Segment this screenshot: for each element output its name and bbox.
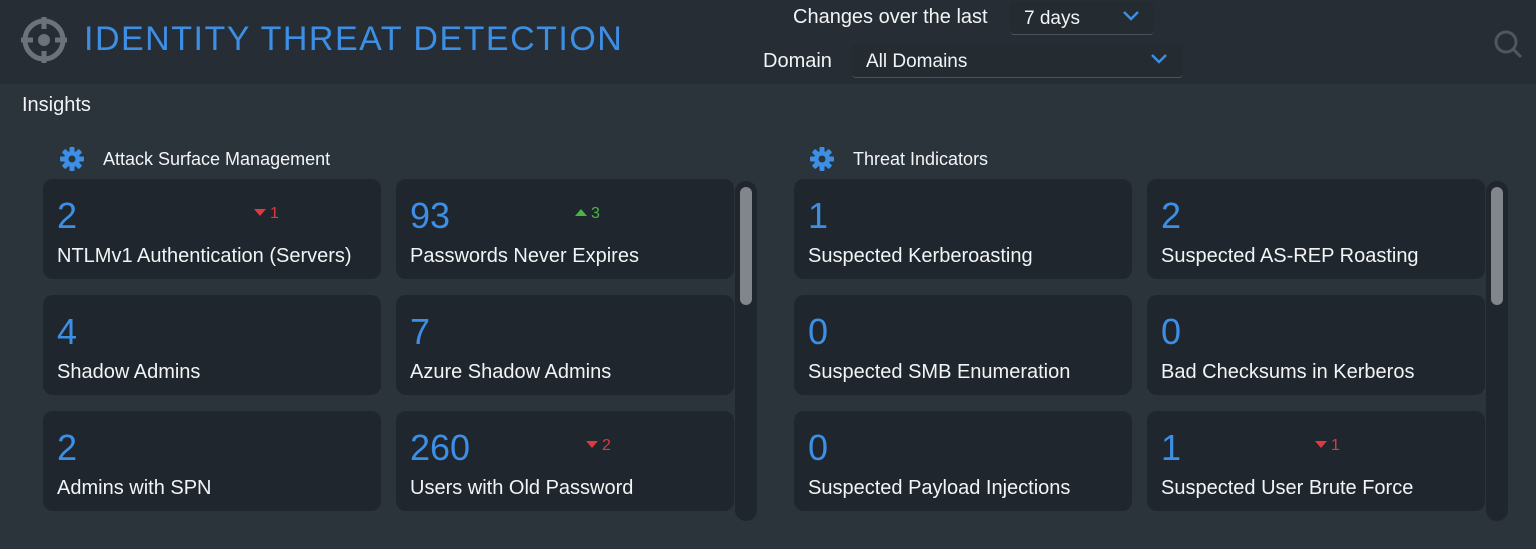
card-value: 7 — [410, 311, 431, 352]
card-label: Suspected Payload Injections — [808, 477, 1071, 499]
card-ntlmv1-authentication[interactable]: 2 1 NTLMv1 Authentication (Servers) — [43, 179, 381, 279]
card-label: Users with Old Password — [410, 477, 634, 499]
card-label: Azure Shadow Admins — [410, 361, 612, 383]
down-arrow-icon — [254, 209, 266, 217]
card-delta: 2 — [586, 437, 611, 455]
gear-icon[interactable] — [809, 146, 835, 172]
card-label: Suspected Kerberoasting — [808, 245, 1033, 267]
scrollbar-threat-indicators[interactable] — [1486, 181, 1508, 521]
card-value: 0 — [1161, 311, 1182, 352]
card-suspected-kerberoasting[interactable]: 1 Suspected Kerberoasting — [794, 179, 1132, 279]
down-arrow-icon — [1315, 441, 1327, 449]
domain-label: Domain — [763, 50, 832, 72]
search-icon[interactable] — [1492, 28, 1524, 60]
scrollbar-attack-surface[interactable] — [735, 181, 757, 521]
card-azure-shadow-admins[interactable]: 7 Azure Shadow Admins — [396, 295, 734, 395]
period-select[interactable]: 7 days — [1010, 2, 1154, 35]
section-title-attack-surface: Attack Surface Management — [103, 149, 331, 169]
card-delta: 1 — [1315, 437, 1340, 455]
card-value: 0 — [808, 311, 829, 352]
down-arrow-icon — [586, 441, 598, 449]
app-header: IDENTITY THREAT DETECTION Changes over t… — [0, 0, 1536, 84]
card-label: NTLMv1 Authentication (Servers) — [57, 245, 352, 267]
card-shadow-admins[interactable]: 4 Shadow Admins — [43, 295, 381, 395]
insights-heading: Insights — [22, 94, 91, 116]
card-label: Shadow Admins — [57, 361, 201, 383]
gear-icon[interactable] — [59, 146, 85, 172]
scrollbar-thumb[interactable] — [1491, 187, 1503, 305]
card-label: Admins with SPN — [57, 477, 212, 499]
card-value: 1 — [808, 195, 829, 236]
card-delta: 1 — [254, 205, 279, 223]
card-label: Bad Checksums in Kerberos — [1161, 361, 1415, 383]
crosshair-icon — [21, 17, 67, 63]
page-title: IDENTITY THREAT DETECTION — [84, 20, 624, 58]
card-value: 260 — [410, 427, 471, 468]
up-arrow-icon — [575, 209, 587, 217]
chevron-down-icon — [1151, 54, 1167, 64]
card-value: 93 — [410, 195, 451, 236]
card-label: Suspected SMB Enumeration — [808, 361, 1071, 383]
card-value: 2 — [57, 427, 78, 468]
card-suspected-payload-injections[interactable]: 0 Suspected Payload Injections — [794, 411, 1132, 511]
card-value: 0 — [808, 427, 829, 468]
scrollbar-thumb[interactable] — [740, 187, 752, 305]
card-passwords-never-expires[interactable]: 93 3 Passwords Never Expires — [396, 179, 734, 279]
card-suspected-smb-enumeration[interactable]: 0 Suspected SMB Enumeration — [794, 295, 1132, 395]
card-suspected-as-rep-roasting[interactable]: 2 Suspected AS-REP Roasting — [1147, 179, 1485, 279]
card-value: 2 — [1161, 195, 1182, 236]
card-value: 4 — [57, 311, 78, 352]
card-label: Suspected AS-REP Roasting — [1161, 245, 1419, 267]
card-label: Suspected User Brute Force — [1161, 477, 1414, 499]
card-value: 1 — [1161, 427, 1182, 468]
changes-label: Changes over the last — [793, 6, 988, 28]
chevron-down-icon — [1123, 11, 1139, 21]
domain-select-value: All Domains — [866, 51, 968, 72]
section-title-threat-indicators: Threat Indicators — [853, 149, 989, 169]
card-delta: 3 — [575, 205, 600, 223]
period-select-value: 7 days — [1024, 8, 1080, 29]
card-bad-checksums-in-kerberos[interactable]: 0 Bad Checksums in Kerberos — [1147, 295, 1485, 395]
card-suspected-user-brute-force[interactable]: 1 1 Suspected User Brute Force — [1147, 411, 1485, 511]
domain-select[interactable]: All Domains — [852, 45, 1183, 78]
card-users-with-old-password[interactable]: 260 2 Users with Old Password — [396, 411, 734, 511]
card-value: 2 — [57, 195, 78, 236]
card-label: Passwords Never Expires — [410, 245, 639, 267]
card-admins-with-spn[interactable]: 2 Admins with SPN — [43, 411, 381, 511]
